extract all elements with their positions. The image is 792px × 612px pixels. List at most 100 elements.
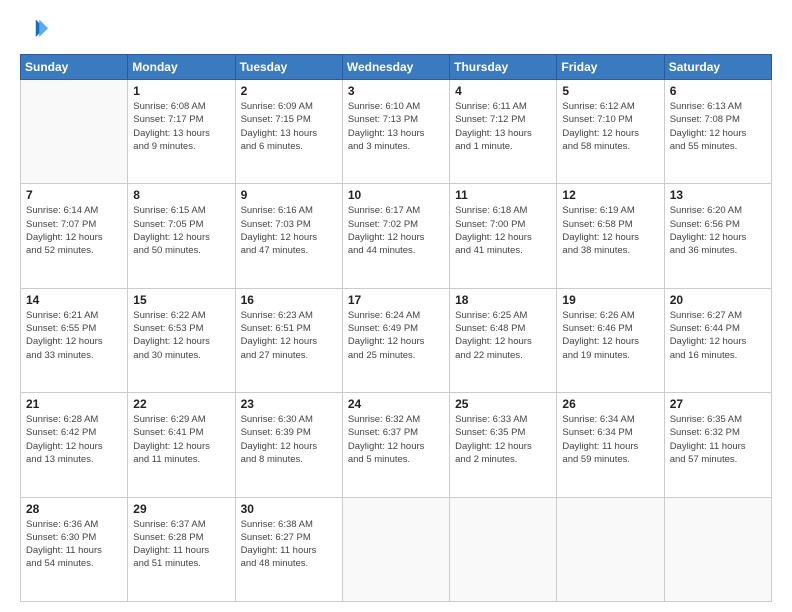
cell-day-number: 28: [26, 502, 122, 516]
cell-day-number: 20: [670, 293, 766, 307]
cell-day-number: 24: [348, 397, 444, 411]
weekday-header-thursday: Thursday: [450, 55, 557, 80]
cell-day-number: 12: [562, 188, 658, 202]
page: SundayMondayTuesdayWednesdayThursdayFrid…: [0, 0, 792, 612]
cell-day-number: 8: [133, 188, 229, 202]
cell-day-number: 21: [26, 397, 122, 411]
cell-day-number: 6: [670, 84, 766, 98]
calendar-cell: 14 Sunrise: 6:21 AM Sunset: 6:55 PM Dayli…: [21, 288, 128, 392]
cell-info: Sunrise: 6:15 AM Sunset: 7:05 PM Dayligh…: [133, 204, 229, 257]
calendar-cell: 9 Sunrise: 6:16 AM Sunset: 7:03 PM Daylig…: [235, 184, 342, 288]
cell-info: Sunrise: 6:16 AM Sunset: 7:03 PM Dayligh…: [241, 204, 337, 257]
cell-info: Sunrise: 6:25 AM Sunset: 6:48 PM Dayligh…: [455, 309, 551, 362]
cell-day-number: 23: [241, 397, 337, 411]
cell-day-number: 25: [455, 397, 551, 411]
cell-info: Sunrise: 6:29 AM Sunset: 6:41 PM Dayligh…: [133, 413, 229, 466]
cell-day-number: 17: [348, 293, 444, 307]
calendar-cell: 28Sunrise: 6:36 AM Sunset: 6:30 PM Dayli…: [21, 497, 128, 601]
cell-info: Sunrise: 6:27 AM Sunset: 6:44 PM Dayligh…: [670, 309, 766, 362]
weekday-header-saturday: Saturday: [664, 55, 771, 80]
calendar-cell: 18 Sunrise: 6:25 AM Sunset: 6:48 PM Dayli…: [450, 288, 557, 392]
cell-day-number: 3: [348, 84, 444, 98]
weekday-header-wednesday: Wednesday: [342, 55, 449, 80]
week-row-2: 7Sunrise: 6:14 AM Sunset: 7:07 PM Daylig…: [21, 184, 772, 288]
calendar-cell: 30Sunrise: 6:38 AM Sunset: 6:27 PM Dayli…: [235, 497, 342, 601]
cell-info: Sunrise: 6:17 AM Sunset: 7:02 PM Dayligh…: [348, 204, 444, 257]
cell-info: Sunrise: 6:28 AM Sunset: 6:42 PM Dayligh…: [26, 413, 122, 466]
cell-info: Sunrise: 6:11 AM Sunset: 7:12 PM Dayligh…: [455, 100, 551, 153]
cell-day-number: 15: [133, 293, 229, 307]
calendar-cell: 20 Sunrise: 6:27 AM Sunset: 6:44 PM Dayli…: [664, 288, 771, 392]
cell-info: Sunrise: 6:37 AM Sunset: 6:28 PM Dayligh…: [133, 518, 229, 571]
cell-day-number: 10: [348, 188, 444, 202]
cell-day-number: 29: [133, 502, 229, 516]
calendar-cell: 11Sunrise: 6:18 AM Sunset: 7:00 PM Dayli…: [450, 184, 557, 288]
cell-day-number: 19: [562, 293, 658, 307]
calendar-cell: 13 Sunrise: 6:20 AM Sunset: 6:56 PM Dayli…: [664, 184, 771, 288]
cell-day-number: 22: [133, 397, 229, 411]
calendar-cell: 24Sunrise: 6:32 AM Sunset: 6:37 PM Dayli…: [342, 393, 449, 497]
calendar-cell: 27 Sunrise: 6:35 AM Sunset: 6:32 PM Dayli…: [664, 393, 771, 497]
cell-day-number: 2: [241, 84, 337, 98]
cell-info: Sunrise: 6:09 AM Sunset: 7:15 PM Dayligh…: [241, 100, 337, 153]
calendar-cell: 8 Sunrise: 6:15 AM Sunset: 7:05 PM Daylig…: [128, 184, 235, 288]
weekday-header-sunday: Sunday: [21, 55, 128, 80]
cell-info: Sunrise: 6:10 AM Sunset: 7:13 PM Dayligh…: [348, 100, 444, 153]
cell-day-number: 7: [26, 188, 122, 202]
calendar-cell: [342, 497, 449, 601]
calendar-cell: 21 Sunrise: 6:28 AM Sunset: 6:42 PM Dayli…: [21, 393, 128, 497]
calendar-cell: 12 Sunrise: 6:19 AM Sunset: 6:58 PM Dayli…: [557, 184, 664, 288]
calendar-cell: 5 Sunrise: 6:12 AM Sunset: 7:10 PM Daylig…: [557, 80, 664, 184]
calendar-cell: 1Sunrise: 6:08 AM Sunset: 7:17 PM Daylig…: [128, 80, 235, 184]
calendar-cell: [557, 497, 664, 601]
cell-info: Sunrise: 6:38 AM Sunset: 6:27 PM Dayligh…: [241, 518, 337, 571]
week-row-3: 14 Sunrise: 6:21 AM Sunset: 6:55 PM Dayli…: [21, 288, 772, 392]
cell-day-number: 27: [670, 397, 766, 411]
weekday-header-tuesday: Tuesday: [235, 55, 342, 80]
weekday-header-row: SundayMondayTuesdayWednesdayThursdayFrid…: [21, 55, 772, 80]
cell-info: Sunrise: 6:18 AM Sunset: 7:00 PM Dayligh…: [455, 204, 551, 257]
cell-info: Sunrise: 6:19 AM Sunset: 6:58 PM Dayligh…: [562, 204, 658, 257]
calendar-cell: 16 Sunrise: 6:23 AM Sunset: 6:51 PM Dayli…: [235, 288, 342, 392]
logo-icon: [20, 16, 48, 44]
cell-info: Sunrise: 6:08 AM Sunset: 7:17 PM Dayligh…: [133, 100, 229, 153]
cell-day-number: 16: [241, 293, 337, 307]
calendar-cell: 25 Sunrise: 6:33 AM Sunset: 6:35 PM Dayli…: [450, 393, 557, 497]
calendar-cell: 22 Sunrise: 6:29 AM Sunset: 6:41 PM Dayli…: [128, 393, 235, 497]
cell-day-number: 13: [670, 188, 766, 202]
logo: [20, 16, 52, 44]
cell-info: Sunrise: 6:13 AM Sunset: 7:08 PM Dayligh…: [670, 100, 766, 153]
cell-info: Sunrise: 6:12 AM Sunset: 7:10 PM Dayligh…: [562, 100, 658, 153]
calendar-cell: 4 Sunrise: 6:11 AM Sunset: 7:12 PM Daylig…: [450, 80, 557, 184]
cell-day-number: 26: [562, 397, 658, 411]
cell-info: Sunrise: 6:26 AM Sunset: 6:46 PM Dayligh…: [562, 309, 658, 362]
calendar-cell: [664, 497, 771, 601]
cell-day-number: 9: [241, 188, 337, 202]
calendar-cell: 23 Sunrise: 6:30 AM Sunset: 6:39 PM Dayli…: [235, 393, 342, 497]
calendar-cell: 10 Sunrise: 6:17 AM Sunset: 7:02 PM Dayli…: [342, 184, 449, 288]
cell-info: Sunrise: 6:24 AM Sunset: 6:49 PM Dayligh…: [348, 309, 444, 362]
calendar-cell: 17 Sunrise: 6:24 AM Sunset: 6:49 PM Dayli…: [342, 288, 449, 392]
cell-info: Sunrise: 6:22 AM Sunset: 6:53 PM Dayligh…: [133, 309, 229, 362]
week-row-1: 1Sunrise: 6:08 AM Sunset: 7:17 PM Daylig…: [21, 80, 772, 184]
cell-day-number: 5: [562, 84, 658, 98]
cell-day-number: 14: [26, 293, 122, 307]
cell-info: Sunrise: 6:35 AM Sunset: 6:32 PM Dayligh…: [670, 413, 766, 466]
cell-info: Sunrise: 6:21 AM Sunset: 6:55 PM Dayligh…: [26, 309, 122, 362]
cell-info: Sunrise: 6:30 AM Sunset: 6:39 PM Dayligh…: [241, 413, 337, 466]
weekday-header-monday: Monday: [128, 55, 235, 80]
cell-info: Sunrise: 6:33 AM Sunset: 6:35 PM Dayligh…: [455, 413, 551, 466]
calendar-table: SundayMondayTuesdayWednesdayThursdayFrid…: [20, 54, 772, 602]
calendar-cell: 7Sunrise: 6:14 AM Sunset: 7:07 PM Daylig…: [21, 184, 128, 288]
cell-info: Sunrise: 6:23 AM Sunset: 6:51 PM Dayligh…: [241, 309, 337, 362]
week-row-5: 28Sunrise: 6:36 AM Sunset: 6:30 PM Dayli…: [21, 497, 772, 601]
cell-info: Sunrise: 6:20 AM Sunset: 6:56 PM Dayligh…: [670, 204, 766, 257]
calendar-cell: 26 Sunrise: 6:34 AM Sunset: 6:34 PM Dayli…: [557, 393, 664, 497]
calendar-cell: [21, 80, 128, 184]
calendar-cell: 29 Sunrise: 6:37 AM Sunset: 6:28 PM Dayli…: [128, 497, 235, 601]
cell-day-number: 18: [455, 293, 551, 307]
cell-day-number: 4: [455, 84, 551, 98]
calendar-cell: 15 Sunrise: 6:22 AM Sunset: 6:53 PM Dayli…: [128, 288, 235, 392]
cell-info: Sunrise: 6:34 AM Sunset: 6:34 PM Dayligh…: [562, 413, 658, 466]
calendar-cell: 2 Sunrise: 6:09 AM Sunset: 7:15 PM Daylig…: [235, 80, 342, 184]
